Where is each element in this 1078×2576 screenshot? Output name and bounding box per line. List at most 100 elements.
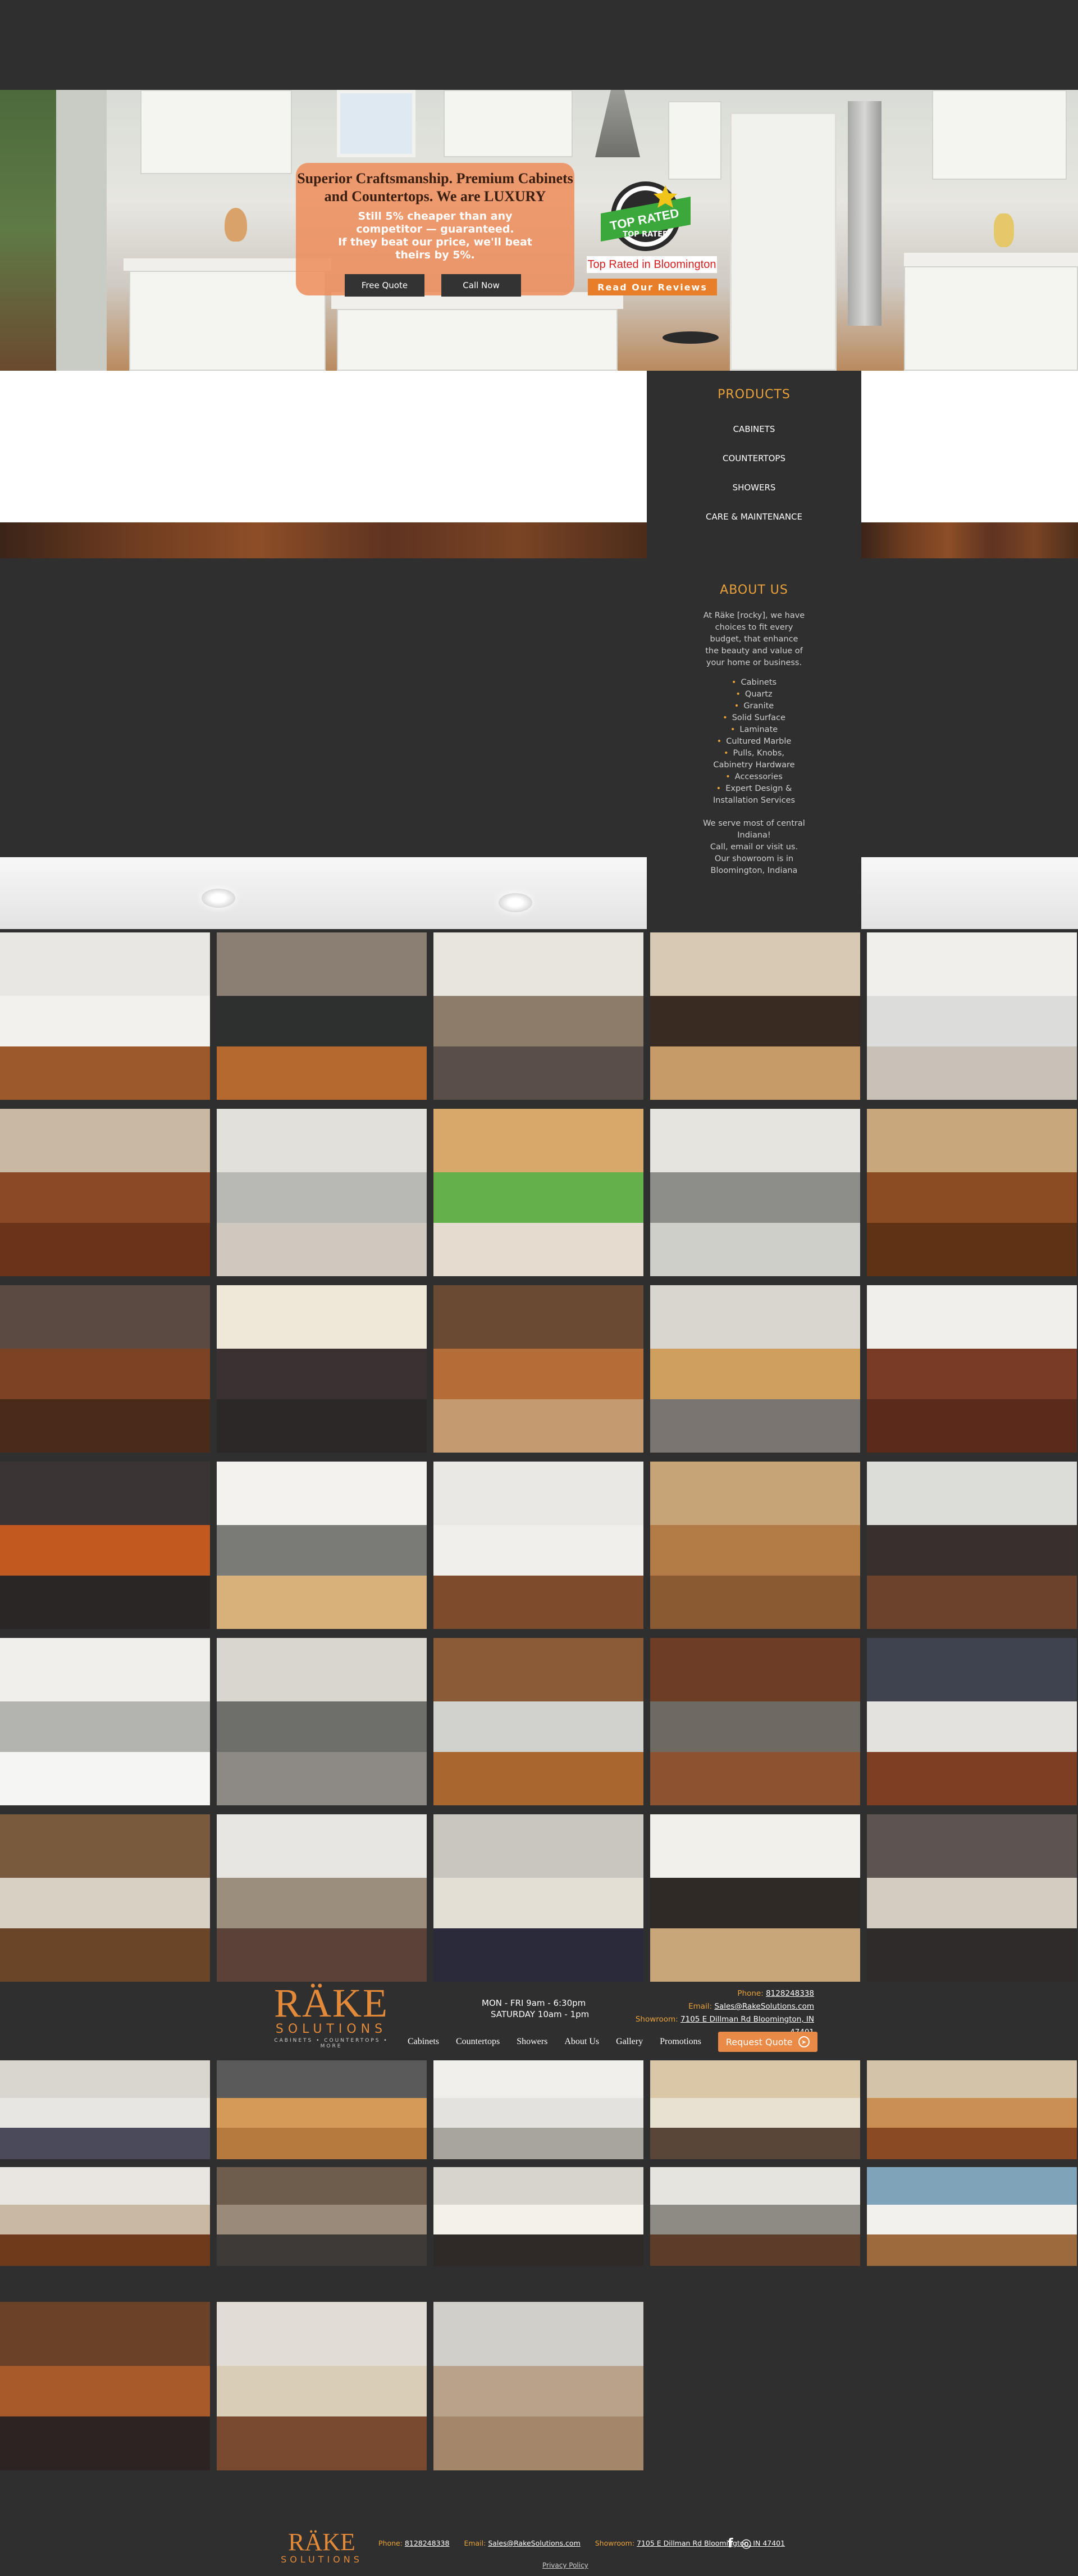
about-serve-3: Call, email or visit us. xyxy=(710,843,798,852)
bottom-showroom-label: Showroom: xyxy=(595,2539,635,2547)
gallery-image[interactable] xyxy=(217,1109,427,1276)
gallery-image[interactable] xyxy=(433,2167,643,2266)
gallery-image[interactable] xyxy=(650,1462,860,1629)
gallery-image[interactable] xyxy=(0,1109,210,1276)
gallery-image[interactable] xyxy=(0,1462,210,1629)
gallery-image[interactable] xyxy=(433,1109,643,1276)
gallery-image[interactable] xyxy=(0,1638,210,1805)
facebook-icon[interactable]: f xyxy=(728,2537,733,2551)
sidebar-item-countertops[interactable]: COUNTERTOPS xyxy=(647,444,861,473)
nav-showers[interactable]: Showers xyxy=(517,2037,547,2047)
hero-island xyxy=(337,309,618,371)
email-link[interactable]: Sales@RakeSolutions.com xyxy=(714,2002,814,2011)
content-blank-right xyxy=(861,371,1078,522)
about-list: • Cabinets • Quartz • Granite • Solid Surfac… xyxy=(647,677,861,759)
sidebar-item-showers[interactable]: SHOWERS xyxy=(647,473,861,502)
ceiling-image-left xyxy=(0,857,647,929)
gallery-image[interactable] xyxy=(217,2167,427,2266)
gallery-image[interactable] xyxy=(867,1109,1077,1276)
about-serve-4: Our showroom is in xyxy=(714,854,794,863)
content-blank-left xyxy=(0,371,647,522)
privacy-policy-link[interactable]: Privacy Policy xyxy=(542,2561,588,2569)
bottom-logo[interactable]: RÄKE SOLUTIONS xyxy=(277,2530,367,2565)
gallery-image[interactable] xyxy=(650,1638,860,1805)
nav-cabinets[interactable]: Cabinets xyxy=(408,2037,439,2047)
gallery-image[interactable] xyxy=(217,1814,427,1982)
gallery-image[interactable] xyxy=(867,1638,1077,1805)
nav-countertops[interactable]: Countertops xyxy=(456,2037,500,2047)
gallery-image[interactable] xyxy=(650,2167,860,2266)
hero-vase-2 xyxy=(994,213,1014,247)
gallery-image[interactable] xyxy=(217,1285,427,1453)
gallery-image[interactable] xyxy=(867,2060,1077,2159)
gallery-image[interactable] xyxy=(0,2167,210,2266)
free-quote-button[interactable]: Free Quote xyxy=(345,274,424,297)
email-label: Email: xyxy=(688,2002,712,2011)
request-quote-label: Request Quote xyxy=(725,2036,793,2047)
list-item: • Cultured Marble xyxy=(716,737,792,746)
hero-vase xyxy=(225,208,247,242)
gallery-image[interactable] xyxy=(867,932,1077,1100)
sidebar-item-cabinets[interactable]: CABINETS xyxy=(647,415,861,444)
gallery-image[interactable] xyxy=(0,2060,210,2159)
sidebar-item-care-maintenance[interactable]: CARE & MAINTENANCE xyxy=(647,502,861,531)
hours-saturday: SATURDAY 10am - 1pm xyxy=(491,2009,590,2019)
call-now-button[interactable]: Call Now xyxy=(441,274,521,297)
logo-text: RÄKE xyxy=(274,1981,389,2026)
list-item: • Pulls, Knobs, xyxy=(723,749,784,758)
read-reviews-button[interactable]: Read Our Reviews xyxy=(588,279,717,295)
promo-headline-1: Superior Craftsmanship. Premium Cabinets xyxy=(297,170,573,186)
gallery-image[interactable] xyxy=(217,1462,427,1629)
gallery-image[interactable] xyxy=(433,932,643,1100)
products-sidebar: PRODUCTS CABINETS COUNTERTOPS SHOWERS CA… xyxy=(647,371,861,929)
gallery-image[interactable] xyxy=(650,932,860,1100)
business-hours: MON - FRI 9am - 6:30pm SATURDAY 10am - 1… xyxy=(482,1997,594,2020)
bottom-email-link[interactable]: Sales@RakeSolutions.com xyxy=(488,2539,580,2547)
gallery-image[interactable] xyxy=(433,1638,643,1805)
promo-sub-3: If they beat our price, we'll beat xyxy=(338,236,532,248)
gallery-image[interactable] xyxy=(217,2060,427,2159)
bottom-phone-link[interactable]: 8128248338 xyxy=(405,2539,450,2547)
gallery-image[interactable] xyxy=(433,2060,643,2159)
gallery-image[interactable] xyxy=(650,1109,860,1276)
gallery-image[interactable] xyxy=(867,1814,1077,1982)
gallery-image[interactable] xyxy=(217,2302,427,2470)
hero-window-left xyxy=(0,90,56,371)
list-item: • Laminate xyxy=(730,725,778,734)
hero-window xyxy=(337,90,415,157)
gallery-image[interactable] xyxy=(867,2167,1077,2266)
gallery-image[interactable] xyxy=(0,1285,210,1453)
nav-gallery[interactable]: Gallery xyxy=(616,2037,643,2047)
request-quote-button[interactable]: Request Quote ➤ xyxy=(718,2032,817,2052)
gallery-image[interactable] xyxy=(217,932,427,1100)
nav-promotions[interactable]: Promotions xyxy=(660,2037,701,2047)
gallery-image[interactable] xyxy=(433,1814,643,1982)
nav-about-us[interactable]: About Us xyxy=(564,2037,599,2047)
gallery-image[interactable] xyxy=(433,2302,643,2470)
logo-sub: SOLUTIONS xyxy=(275,2022,387,2036)
rake-logo[interactable]: RÄKE SOLUTIONS CABINETS • COUNTERTOPS • … xyxy=(264,1981,399,2049)
hero-range-hood xyxy=(595,90,640,157)
phone-label: Phone: xyxy=(737,1989,764,1998)
gallery-image[interactable] xyxy=(867,1462,1077,1629)
hero-upper-cabinets-4 xyxy=(932,90,1067,180)
bottom-showroom-link[interactable]: 7105 E Dillman Rd Bloomington, IN 47401 xyxy=(637,2539,785,2547)
gallery-image[interactable] xyxy=(0,932,210,1100)
gallery-image[interactable] xyxy=(433,1285,643,1453)
gallery-image[interactable] xyxy=(650,2060,860,2159)
products-heading: PRODUCTS xyxy=(718,388,791,402)
instagram-icon[interactable]: ◎ xyxy=(741,2537,752,2551)
gallery-image[interactable] xyxy=(867,1285,1077,1453)
about-serve-2: Indiana! xyxy=(737,831,771,840)
gallery-image[interactable] xyxy=(0,1814,210,1982)
gallery-image[interactable] xyxy=(650,1814,860,1982)
phone-link[interactable]: 8128248338 xyxy=(766,1989,814,1998)
gallery-image[interactable] xyxy=(433,1462,643,1629)
top-rated-bloomington-label[interactable]: Top Rated in Bloomington xyxy=(587,256,717,273)
gallery-image[interactable] xyxy=(217,1638,427,1805)
gallery-image[interactable] xyxy=(650,1285,860,1453)
list-item: • Cabinets xyxy=(731,678,777,687)
hero-banner: Superior Craftsmanship. Premium Cabinets… xyxy=(0,90,1078,371)
gallery-image[interactable] xyxy=(0,2302,210,2470)
about-install-line: Installation Services xyxy=(712,796,796,805)
